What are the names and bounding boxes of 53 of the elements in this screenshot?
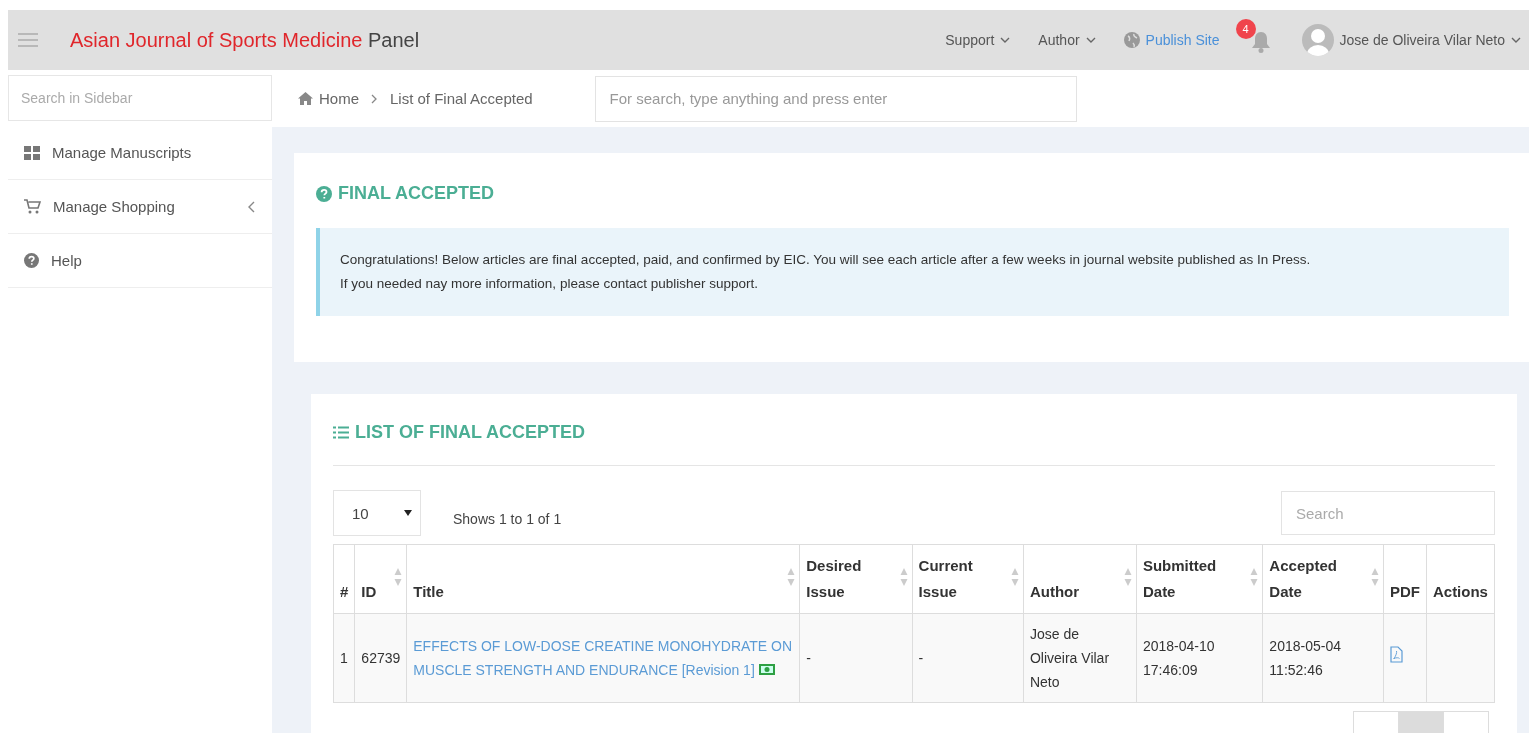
- pdf-file-icon[interactable]: [1389, 646, 1403, 663]
- global-search-field[interactable]: For search, type anything and press enter: [594, 75, 1077, 122]
- bell-icon[interactable]: [1250, 31, 1271, 53]
- entries-info: Shows 1 to 1 of 1: [453, 511, 562, 527]
- notification-badge: 4: [1235, 19, 1256, 39]
- breadcrumb-link[interactable]: List of Final Accepted: [390, 90, 533, 107]
- caret-icon: [404, 510, 412, 516]
- pagination-button[interactable]: [1398, 711, 1444, 733]
- column-header: PDF: [1383, 544, 1427, 614]
- column-header: #: [333, 544, 355, 614]
- sidebar-search-field[interactable]: Search in Sidebar: [8, 75, 272, 121]
- notice-text: Congratulations! Below articles are final accepted, paid, and confirmed by EIC. You will see each article after a few weeks in journal website published as In Press.: [340, 251, 1312, 269]
- column-header[interactable]: Desired Issue: [799, 544, 913, 614]
- row-number: 1: [333, 613, 355, 703]
- accepted-date-cell: 2018-05-04 11:52:46: [1262, 613, 1384, 703]
- menu-icon[interactable]: [18, 33, 38, 47]
- chevron-down-icon: [1085, 37, 1096, 43]
- table-search-field[interactable]: Search: [1281, 491, 1495, 535]
- list-icon: [333, 426, 349, 439]
- globe-icon: [1123, 32, 1140, 48]
- money-icon: [758, 664, 775, 675]
- column-header[interactable]: Submitted Date: [1136, 544, 1263, 614]
- nav-dropdown[interactable]: Author: [1038, 32, 1096, 48]
- column-header: Actions: [1426, 544, 1495, 614]
- author-cell: Jose de Oliveira Vilar Neto: [1023, 613, 1137, 703]
- nav-dropdown[interactable]: Support: [945, 32, 1011, 48]
- chevron-down-icon: [1000, 37, 1011, 43]
- column-header[interactable]: Accepted Date: [1262, 544, 1384, 614]
- help-icon: [316, 185, 332, 202]
- app-title: Asian Journal of Sports Medicine Panel: [70, 28, 420, 52]
- column-header[interactable]: Title: [406, 544, 800, 614]
- column-header[interactable]: Current Issue: [912, 544, 1024, 614]
- column-header[interactable]: ID: [354, 544, 407, 614]
- id-cell: 62739: [354, 613, 407, 703]
- user-menu[interactable]: Jose de Oliveira Vilar Neto: [1301, 24, 1521, 56]
- page-size-select[interactable]: 10: [333, 490, 421, 536]
- current-issue-cell: -: [912, 613, 1024, 703]
- avatar-icon: [1301, 24, 1334, 56]
- grid-icon: [24, 145, 40, 160]
- section-heading: LIST OF FINAL ACCEPTED: [333, 422, 1495, 443]
- chevron-right-icon: [371, 93, 378, 104]
- breadcrumb-link[interactable]: Home: [298, 90, 359, 107]
- section-heading: FINAL ACCEPTED: [316, 183, 1509, 204]
- column-header[interactable]: Author: [1023, 544, 1137, 614]
- home-icon: [298, 92, 313, 105]
- cart-icon: [24, 199, 41, 214]
- pagination-button[interactable]: [1443, 711, 1489, 733]
- submitted-date-cell: 2018-04-10 17:46:09: [1136, 613, 1263, 703]
- pagination-button[interactable]: [1353, 711, 1399, 733]
- desired-issue-cell: -: [799, 613, 913, 703]
- chevron-down-icon: [1511, 37, 1521, 43]
- notice-text: If you needed nay more information, please contact publisher support.: [340, 275, 759, 293]
- help-icon: [24, 253, 39, 268]
